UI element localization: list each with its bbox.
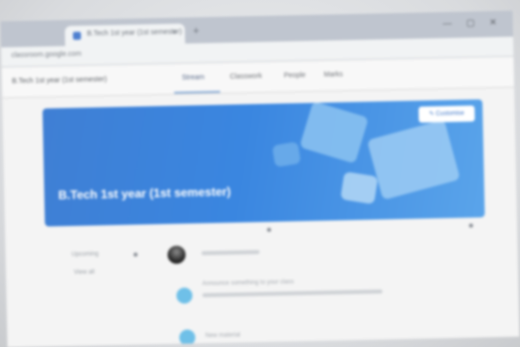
active-tab-indicator <box>174 90 221 94</box>
tab-marks[interactable]: Marks <box>324 71 343 78</box>
post-avatar <box>179 329 196 346</box>
new-tab-button[interactable]: + <box>193 25 200 37</box>
banner-decoration <box>271 141 302 168</box>
bullet-icon <box>267 227 272 232</box>
screen: B.Tech 1st year (1st semester) × + — ▢ ✕… <box>0 10 520 347</box>
banner-decoration <box>340 171 379 205</box>
post-line <box>202 289 383 298</box>
tab-classwork[interactable]: Classwork <box>230 73 262 81</box>
announce-placeholder[interactable] <box>201 250 260 256</box>
classroom-favicon-icon <box>72 31 82 40</box>
tab-close-icon[interactable]: × <box>172 28 177 37</box>
bullet-icon <box>468 223 474 228</box>
browser-tab[interactable]: B.Tech 1st year (1st semester) × <box>64 23 186 47</box>
post-text[interactable]: New material <box>205 332 240 339</box>
class-banner: ✎ Customise B.Tech 1st year (1st semeste… <box>42 99 485 227</box>
class-title: B.Tech 1st year (1st semester) <box>11 76 107 86</box>
url-text: classroom.google.com <box>11 50 82 60</box>
user-avatar[interactable] <box>167 245 186 264</box>
customize-button[interactable]: ✎ Customise <box>418 105 475 123</box>
bullet-icon <box>133 252 138 257</box>
post-text[interactable]: Announce something to your class <box>202 279 294 287</box>
upcoming-label: Upcoming <box>71 251 99 258</box>
tab-people[interactable]: People <box>284 72 306 79</box>
banner-decoration <box>366 119 461 201</box>
view-all-link[interactable]: View all <box>74 269 95 275</box>
window-controls[interactable]: — ▢ ✕ <box>443 17 503 29</box>
banner-decoration <box>299 101 369 164</box>
photo-background: B.Tech 1st year (1st semester) × + — ▢ ✕… <box>0 0 520 347</box>
banner-title: B.Tech 1st year (1st semester) <box>58 184 231 203</box>
tab-stream[interactable]: Stream <box>182 74 205 81</box>
tab-title: B.Tech 1st year (1st semester) <box>86 28 182 38</box>
post-avatar <box>176 287 193 304</box>
stream-area: Upcoming View all Announce something to … <box>5 223 519 347</box>
